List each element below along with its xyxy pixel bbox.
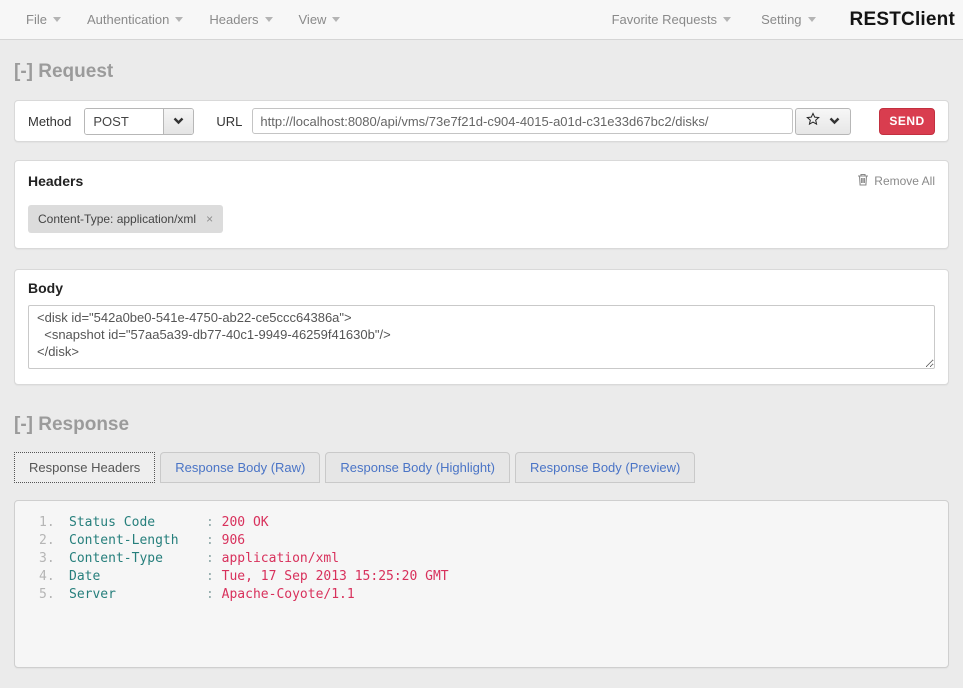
- close-icon[interactable]: ×: [206, 212, 213, 226]
- tab-response-body-preview[interactable]: Response Body (Preview): [515, 452, 695, 483]
- menu-file[interactable]: File: [26, 12, 61, 27]
- request-body-panel: Body <disk id="542a0be0-541e-4750-ab22-c…: [14, 269, 949, 385]
- response-header-row: 4.Date: Tue, 17 Sep 2013 15:25:20 GMT: [15, 568, 948, 586]
- body-title: Body: [28, 280, 935, 296]
- header-name: Server: [69, 586, 206, 604]
- header-value: Apache-Coyote/1.1: [222, 587, 355, 602]
- menu-authentication[interactable]: Authentication: [87, 12, 183, 27]
- chevron-down-icon: [829, 112, 840, 130]
- header-separator: :: [206, 587, 222, 602]
- method-select[interactable]: POST: [84, 108, 194, 135]
- caret-down-icon: [808, 17, 816, 22]
- headers-panel-head: Headers Remove All: [28, 173, 935, 189]
- header-value: 906: [222, 533, 245, 548]
- menu-view[interactable]: View: [299, 12, 341, 27]
- chevron-down-icon[interactable]: [163, 109, 193, 134]
- menu-file-label: File: [26, 12, 47, 27]
- header-chip-text: Content-Type: application/xml: [38, 212, 196, 226]
- menu-authentication-label: Authentication: [87, 12, 169, 27]
- line-number: 3.: [39, 550, 69, 568]
- menu-view-label: View: [299, 12, 327, 27]
- line-number: 2.: [39, 532, 69, 550]
- header-name: Status Code: [69, 514, 206, 532]
- response-section-title[interactable]: [-] Response: [14, 414, 949, 436]
- header-value: Tue, 17 Sep 2013 15:25:20 GMT: [222, 569, 449, 584]
- response-tabs: Response Headers Response Body (Raw) Res…: [14, 452, 949, 483]
- method-select-value: POST: [85, 109, 163, 134]
- header-value: application/xml: [222, 551, 339, 566]
- caret-down-icon: [265, 17, 273, 22]
- header-value: 200 OK: [222, 515, 269, 530]
- remove-all-button[interactable]: Remove All: [857, 173, 935, 189]
- tab-response-body-highlight[interactable]: Response Body (Highlight): [325, 452, 510, 483]
- header-chip[interactable]: Content-Type: application/xml ×: [28, 205, 223, 233]
- url-input[interactable]: [252, 108, 793, 134]
- caret-down-icon: [53, 17, 61, 22]
- header-separator: :: [206, 533, 222, 548]
- caret-down-icon: [332, 17, 340, 22]
- header-separator: :: [206, 569, 222, 584]
- line-number: 4.: [39, 568, 69, 586]
- headers-title: Headers: [28, 173, 83, 189]
- response-header-row: 1.Status Code: 200 OK: [15, 514, 948, 532]
- response-header-row: 5.Server: Apache-Coyote/1.1: [15, 586, 948, 604]
- favorite-url-dropdown[interactable]: [795, 108, 851, 135]
- request-line-panel: Method POST URL SEND: [14, 100, 949, 142]
- app-logo: RESTClient: [850, 9, 955, 31]
- line-number: 5.: [39, 586, 69, 604]
- request-section-title[interactable]: [-] Request: [14, 61, 949, 83]
- header-separator: :: [206, 551, 222, 566]
- menu-favorite-requests-label: Favorite Requests: [612, 12, 718, 27]
- caret-down-icon: [723, 17, 731, 22]
- request-headers-panel: Headers Remove All Content-Type: applica…: [14, 160, 949, 249]
- remove-all-label: Remove All: [874, 174, 935, 188]
- header-name: Content-Type: [69, 550, 206, 568]
- response-headers-panel: 1.Status Code: 200 OK 2.Content-Length: …: [14, 500, 949, 668]
- url-label: URL: [216, 114, 242, 129]
- menu-setting[interactable]: Setting: [761, 12, 815, 27]
- tab-response-body-raw[interactable]: Response Body (Raw): [160, 452, 320, 483]
- send-button[interactable]: SEND: [879, 108, 935, 135]
- request-body-textarea[interactable]: <disk id="542a0be0-541e-4750-ab22-ce5ccc…: [28, 305, 935, 369]
- menu-headers-label: Headers: [209, 12, 258, 27]
- response-header-row: 3.Content-Type: application/xml: [15, 550, 948, 568]
- top-navbar: File Authentication Headers View Favorit…: [0, 0, 963, 40]
- header-name: Date: [69, 568, 206, 586]
- method-label: Method: [28, 114, 71, 129]
- menu-headers[interactable]: Headers: [209, 12, 272, 27]
- response-header-row: 2.Content-Length: 906: [15, 532, 948, 550]
- header-name: Content-Length: [69, 532, 206, 550]
- star-icon: [806, 112, 820, 131]
- header-separator: :: [206, 515, 222, 530]
- line-number: 1.: [39, 514, 69, 532]
- menu-favorite-requests[interactable]: Favorite Requests: [612, 12, 732, 27]
- menu-setting-label: Setting: [761, 12, 801, 27]
- tab-response-headers[interactable]: Response Headers: [14, 452, 155, 483]
- trash-icon: [857, 173, 869, 189]
- main-content: [-] Request Method POST URL SEND Headers: [0, 61, 963, 668]
- caret-down-icon: [175, 17, 183, 22]
- header-chip-row: Content-Type: application/xml ×: [28, 205, 935, 233]
